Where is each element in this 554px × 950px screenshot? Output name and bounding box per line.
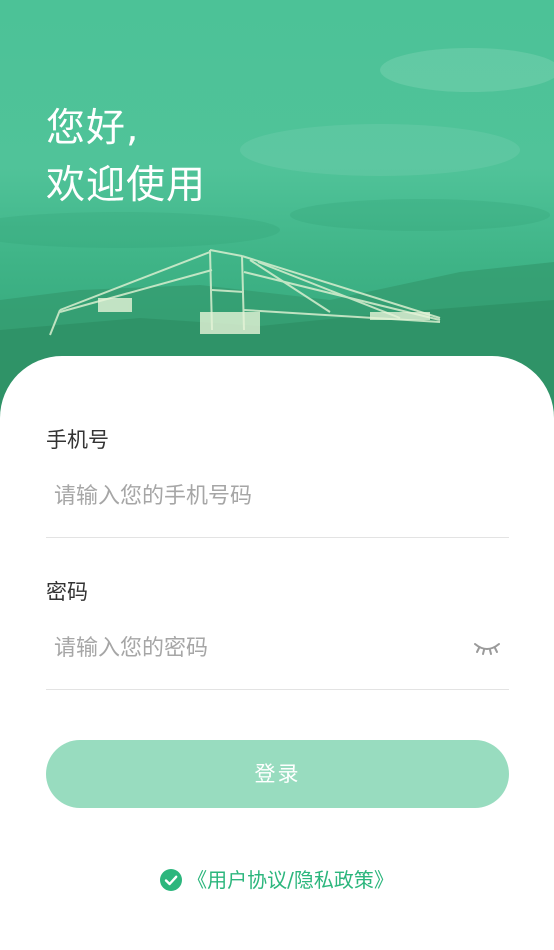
password-divider — [46, 689, 509, 690]
password-label: 密码 — [46, 580, 88, 604]
greeting-line-welcome: 欢迎使用 — [46, 163, 207, 208]
eye-closed-icon[interactable] — [470, 634, 504, 660]
password-input[interactable] — [46, 628, 474, 668]
greeting-line-hello: 您好, — [46, 106, 140, 151]
check-circle-icon[interactable] — [160, 869, 183, 891]
agreement-link[interactable]: 《用户协议/隐私政策》 — [187, 865, 394, 895]
phone-input[interactable] — [46, 476, 474, 516]
login-screen: 您好, 欢迎使用 手机号 密码 登录 《用户协议/隐私政策》 — [0, 0, 554, 950]
welcome-greeting: 您好, 欢迎使用 — [46, 100, 206, 214]
login-button[interactable]: 登录 — [46, 740, 509, 808]
phone-label: 手机号 — [46, 428, 109, 452]
phone-divider — [46, 537, 509, 538]
agreement-row: 《用户协议/隐私政策》 — [0, 865, 554, 895]
